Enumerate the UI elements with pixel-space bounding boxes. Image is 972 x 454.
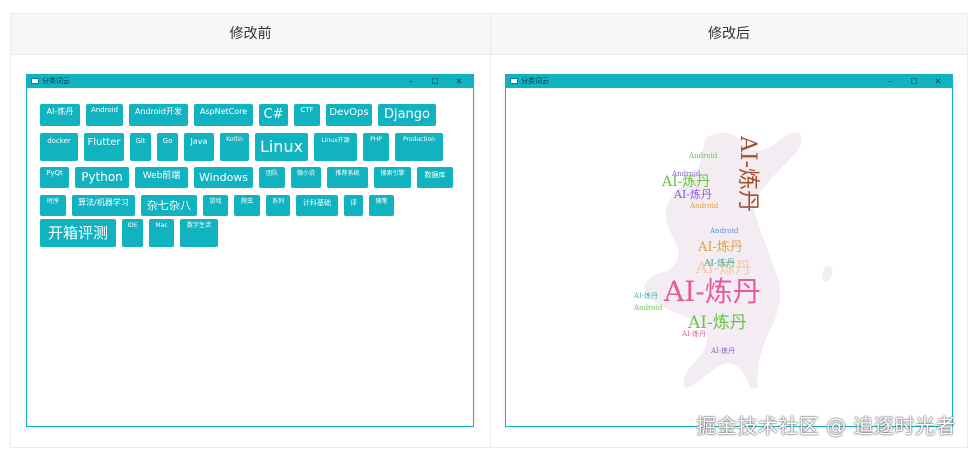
tag-button[interactable]: 时序: [40, 195, 66, 216]
close-button[interactable]: ✕: [928, 75, 948, 88]
tag-button[interactable]: 系列: [266, 195, 290, 216]
cloud-word: Android: [688, 152, 718, 160]
cloud-word: AI-炼丹: [673, 187, 712, 201]
tag-button[interactable]: 团队: [259, 167, 285, 188]
titlebar: 分类词云 – ☐ ✕: [506, 75, 952, 88]
header-before: 修改前: [11, 14, 490, 55]
tag-button[interactable]: 推荐系统: [327, 167, 368, 188]
tag-button[interactable]: 数据库: [417, 167, 453, 188]
app-icon: [510, 78, 518, 84]
tag-button[interactable]: Go: [157, 133, 178, 161]
tag-button[interactable]: 搜索引擎: [374, 167, 411, 188]
tag-button[interactable]: Android: [86, 104, 123, 126]
tag-button[interactable]: AI-炼丹: [40, 104, 80, 126]
window-title: 分类词云: [42, 77, 70, 85]
cloud-word: AI-炼丹: [697, 240, 743, 255]
tag-button[interactable]: Mac: [149, 219, 174, 247]
titlebar: 分类词云 – ☐ ✕: [27, 75, 473, 88]
cloud-word-vertical: AI-炼丹: [735, 135, 760, 212]
cloud-word-large: AI-炼丹: [663, 275, 761, 308]
window-before: 分类词云 – ☐ ✕ AI-炼丹 Android Android开发 AspNe…: [26, 74, 474, 427]
tag-button[interactable]: Windows: [194, 167, 253, 188]
tag-button[interactable]: DevOps: [326, 104, 372, 126]
tag-button[interactable]: C#: [259, 104, 288, 126]
tag-button[interactable]: Java: [184, 133, 214, 161]
tag-button[interactable]: CTF: [294, 104, 320, 126]
tag-button[interactable]: Web前端: [135, 167, 188, 188]
cloud-word: Android: [689, 202, 719, 210]
tag-button[interactable]: Android开发: [129, 104, 188, 126]
tag-button[interactable]: Linux开源: [314, 133, 357, 161]
tag-button[interactable]: 算法/机器学习: [72, 195, 135, 216]
tag-button[interactable]: Git: [130, 133, 151, 161]
tag-button[interactable]: Production: [395, 133, 443, 161]
minimize-button[interactable]: –: [880, 75, 900, 88]
cloud-word: AI-炼丹: [633, 291, 658, 300]
cloud-word: AI-炼丹: [710, 346, 735, 355]
tag-button[interactable]: 杂七杂八: [141, 195, 197, 216]
tag-button[interactable]: 计科基础: [296, 195, 338, 216]
column-divider: [490, 14, 491, 447]
tag-button[interactable]: AspNetCore: [194, 104, 253, 126]
maximize-button[interactable]: ☐: [904, 75, 924, 88]
tag-button[interactable]: 随笔: [369, 195, 394, 216]
cloud-word: AI-炼丹: [687, 313, 747, 333]
tag-button[interactable]: IDE: [122, 219, 143, 247]
tag-button[interactable]: 开箱评测: [40, 219, 116, 247]
word-cloud: Android Android Android Android AI-炼丹 AI…: [633, 132, 833, 388]
tag-button[interactable]: Linux: [255, 133, 308, 161]
header-after: 修改后: [491, 14, 967, 55]
cloud-word: AI-炼丹: [703, 257, 735, 269]
cloud-word: Android: [709, 227, 739, 235]
tag-button[interactable]: 微小说: [291, 167, 321, 188]
maximize-button[interactable]: ☐: [425, 75, 445, 88]
tag-button[interactable]: Flutter: [84, 133, 124, 161]
window-after: 分类词云 – ☐ ✕ Android Android Android Andro…: [505, 74, 953, 427]
watermark: 掘金技术社区 @ 追逐时光者: [696, 414, 956, 438]
tag-button[interactable]: PyQt: [40, 167, 69, 188]
tag-button[interactable]: Django: [378, 104, 436, 126]
tag-button[interactable]: Python: [75, 167, 129, 188]
tag-button[interactable]: 评: [344, 195, 363, 216]
app-icon: [31, 78, 39, 84]
tag-button[interactable]: PHP: [363, 133, 389, 161]
cloud-word: Android: [633, 304, 663, 312]
tag-button[interactable]: Kotlin: [220, 133, 249, 161]
tag-button[interactable]: 游戏: [203, 195, 228, 216]
window-title: 分类词云: [521, 77, 549, 85]
close-button[interactable]: ✕: [449, 75, 469, 88]
minimize-button[interactable]: –: [401, 75, 421, 88]
tag-button[interactable]: 爬虫: [234, 195, 260, 216]
tag-button[interactable]: 数字生活: [180, 219, 218, 247]
tag-button[interactable]: docker: [40, 133, 78, 161]
